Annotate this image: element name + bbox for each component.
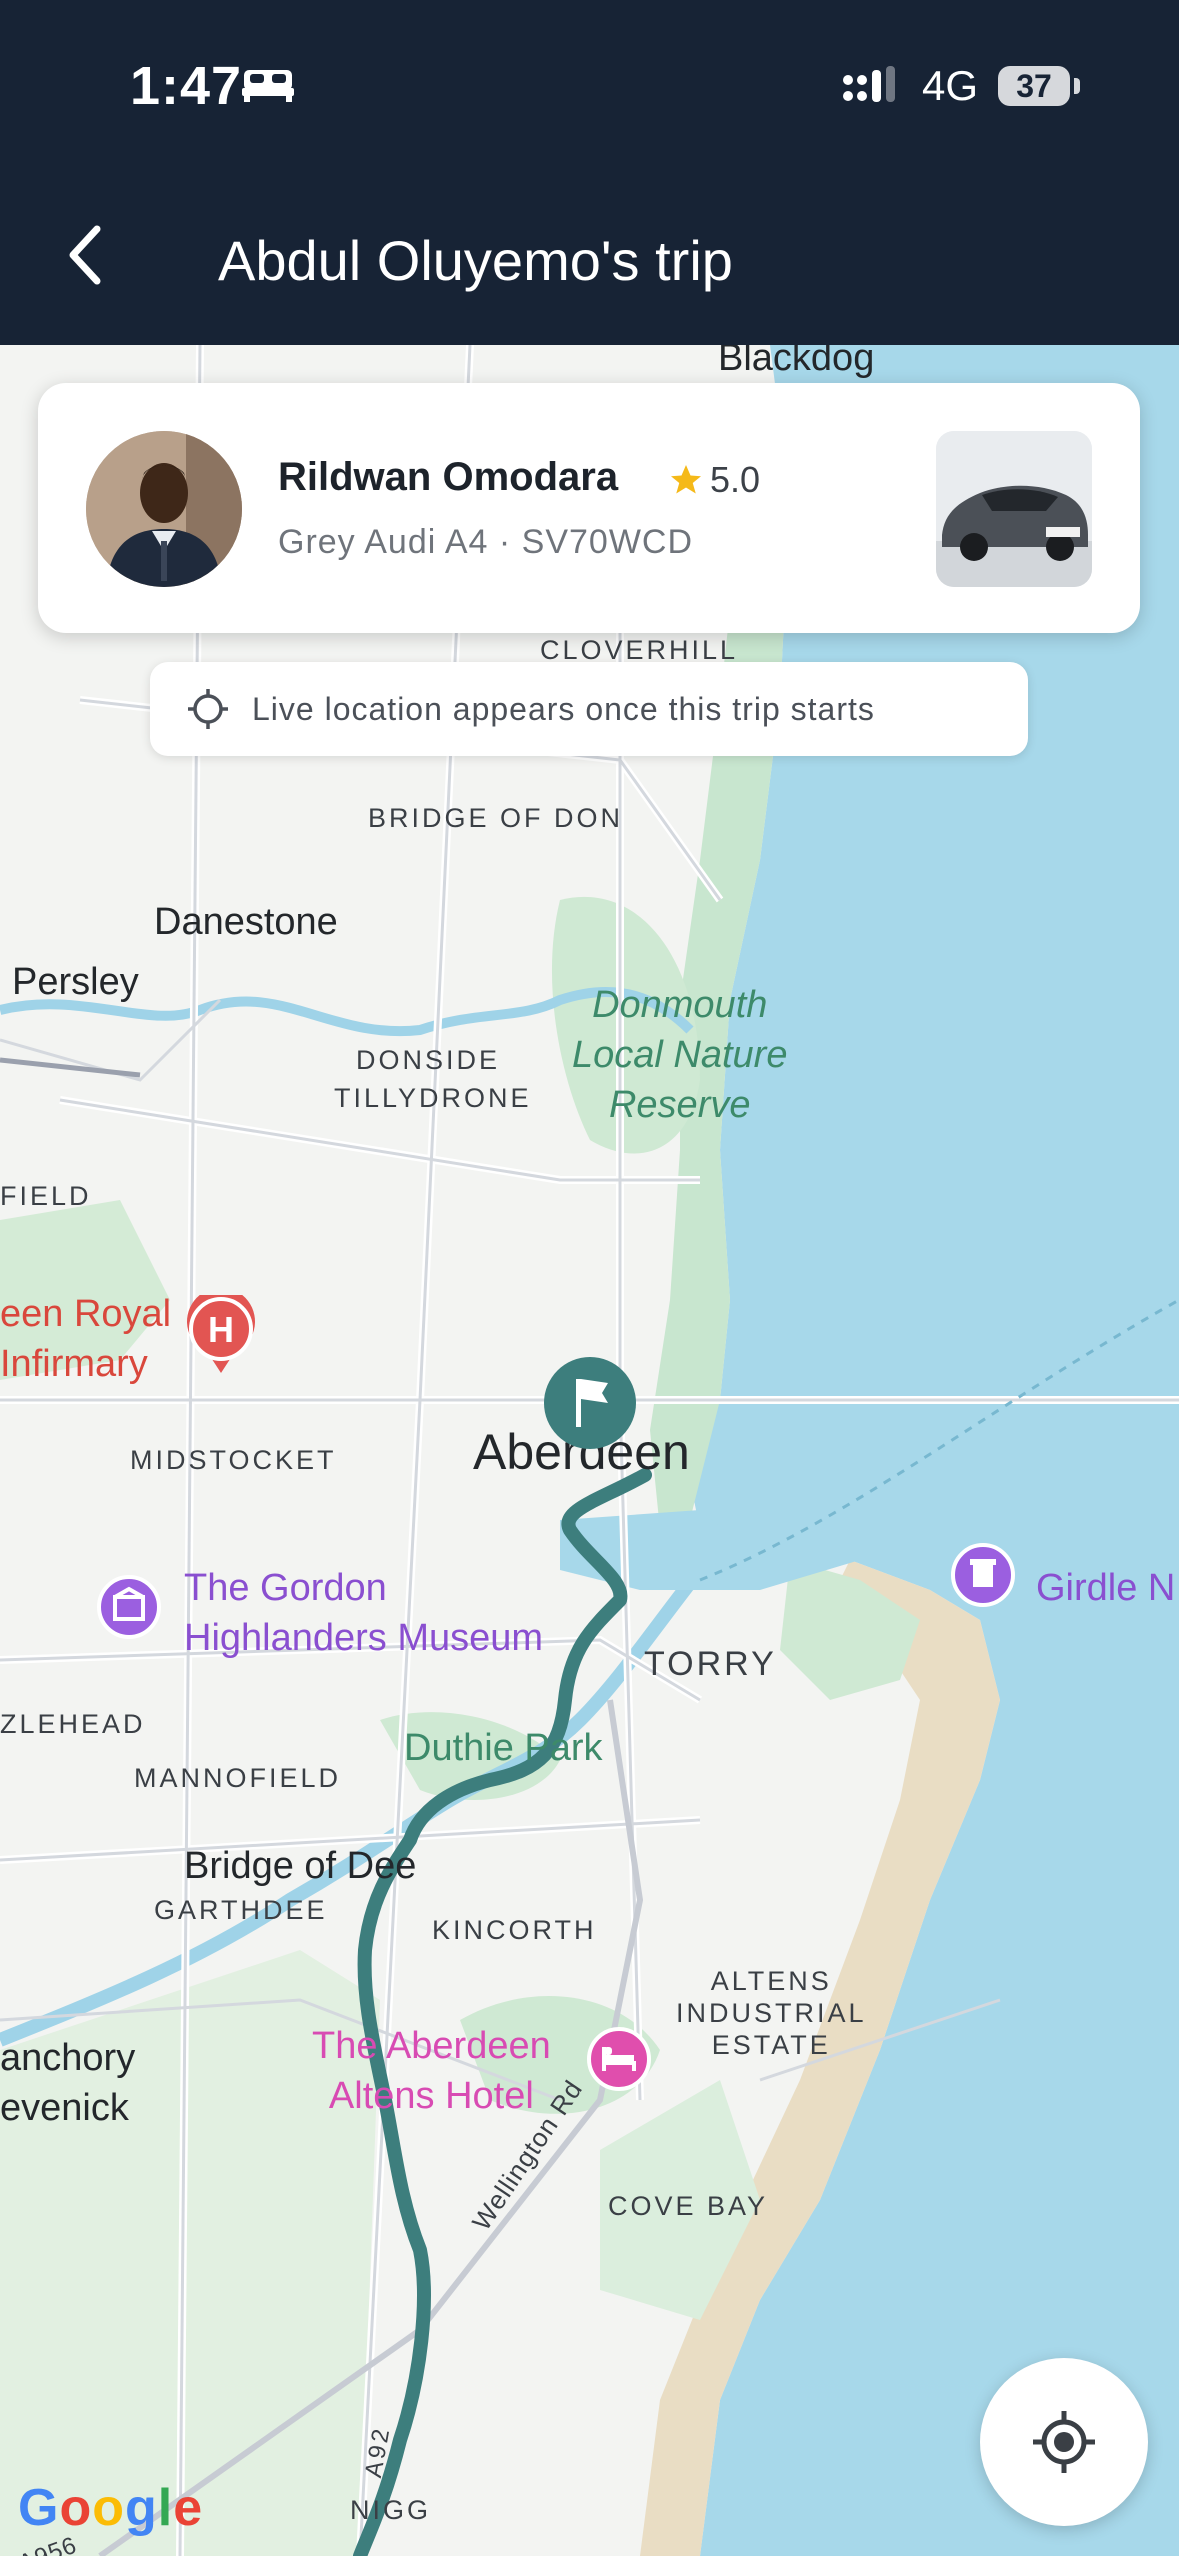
map-label-altens-hotel: The Aberdeen Altens Hotel bbox=[312, 2025, 551, 2117]
hotel-pin-icon[interactable] bbox=[584, 2025, 654, 2105]
destination-flag-icon[interactable] bbox=[540, 1353, 640, 1453]
google-letter: o bbox=[92, 2479, 125, 2537]
rating-value: 5.0 bbox=[710, 459, 761, 500]
google-letter: g bbox=[124, 2479, 158, 2537]
landmark-pin-icon[interactable] bbox=[948, 1541, 1018, 1621]
map-label-field: FIELD bbox=[0, 1181, 92, 1211]
live-location-text: Live location appears once this trip sta… bbox=[252, 690, 875, 727]
driver-rating: 5.0 bbox=[668, 459, 760, 501]
map-label-torry: TORRY bbox=[644, 1645, 777, 1683]
my-location-icon bbox=[1033, 2411, 1095, 2473]
map-label-gordon-museum: The Gordon Highlanders Museum bbox=[184, 1567, 544, 1659]
map-label-bridge-of-dee: Bridge of Dee bbox=[184, 1845, 417, 1887]
map-label-altens: ALTENS INDUSTRIAL ESTATE bbox=[676, 1966, 867, 2060]
bed-icon bbox=[242, 70, 294, 102]
status-bar: 1:47 4G 37 bbox=[0, 0, 1179, 150]
battery-icon: 37 bbox=[998, 66, 1070, 106]
page-title: Abdul Oluyemo's trip bbox=[218, 229, 733, 292]
hospital-pin-icon[interactable]: H bbox=[186, 1295, 256, 1375]
google-letter: o bbox=[59, 2479, 93, 2537]
driver-name: Rildwan Omodara bbox=[278, 455, 619, 499]
map-label-royal-infirmary: een Royal Infirmary bbox=[0, 1293, 172, 1385]
museum-pin-icon[interactable] bbox=[94, 1573, 164, 1653]
signal-icon bbox=[843, 66, 895, 102]
google-letter: G bbox=[18, 2479, 60, 2537]
car-icon bbox=[936, 431, 1092, 587]
driver-photo-icon bbox=[86, 431, 242, 587]
map-label-anchory: anchory evenick bbox=[0, 2037, 136, 2129]
driver-card[interactable]: Rildwan Omodara 5.0 Grey Audi A4 · SV70W… bbox=[38, 383, 1140, 633]
map-label-persley: Persley bbox=[12, 961, 139, 1003]
network-type: 4G bbox=[922, 62, 979, 109]
map-label-donside: DONSIDE bbox=[356, 1045, 501, 1075]
map-label-kincorth: KINCORTH bbox=[432, 1915, 597, 1945]
map-label-bridge-of-don: BRIDGE OF DON bbox=[368, 803, 624, 833]
google-letter: l bbox=[157, 2479, 174, 2537]
google-letter: e bbox=[173, 2479, 204, 2537]
status-time: 1:47 bbox=[130, 56, 243, 116]
map-label-hazlehead: ZLEHEAD bbox=[0, 1709, 146, 1739]
map-label-garthdee: GARTHDEE bbox=[154, 1895, 328, 1925]
map-label-duthie-park: Duthie Park bbox=[404, 1727, 603, 1769]
car-info: Grey Audi A4 · SV70WCD bbox=[278, 523, 694, 561]
svg-text:H: H bbox=[208, 1309, 234, 1350]
google-logo: Google bbox=[18, 2478, 203, 2538]
battery-tip bbox=[1074, 78, 1080, 94]
map-label-nigg: NIGG bbox=[350, 2495, 432, 2525]
car-photo bbox=[936, 431, 1092, 587]
back-button[interactable] bbox=[50, 220, 120, 290]
map-label-cove-bay: COVE BAY bbox=[608, 2191, 769, 2221]
driver-avatar bbox=[86, 431, 242, 587]
map-label-mannofield: MANNOFIELD bbox=[134, 1763, 342, 1793]
my-location-button[interactable] bbox=[980, 2358, 1148, 2526]
live-location-notice: Live location appears once this trip sta… bbox=[150, 662, 1028, 756]
map-label-donmouth: Donmouth Local Nature Reserve bbox=[572, 984, 788, 1126]
nav-bar: Abdul Oluyemo's trip bbox=[0, 150, 1179, 345]
map-label-midstocket: MIDSTOCKET bbox=[130, 1445, 337, 1475]
map-label-danestone: Danestone bbox=[154, 901, 338, 943]
crosshair-icon bbox=[188, 689, 228, 729]
map-label-tillydrone: TILLYDRONE bbox=[334, 1083, 532, 1113]
chevron-left-icon bbox=[69, 225, 101, 285]
map-label-blackdog: Blackdog bbox=[718, 345, 875, 379]
star-icon bbox=[671, 465, 701, 494]
map-label-girdle: Girdle N bbox=[1036, 1567, 1176, 1609]
